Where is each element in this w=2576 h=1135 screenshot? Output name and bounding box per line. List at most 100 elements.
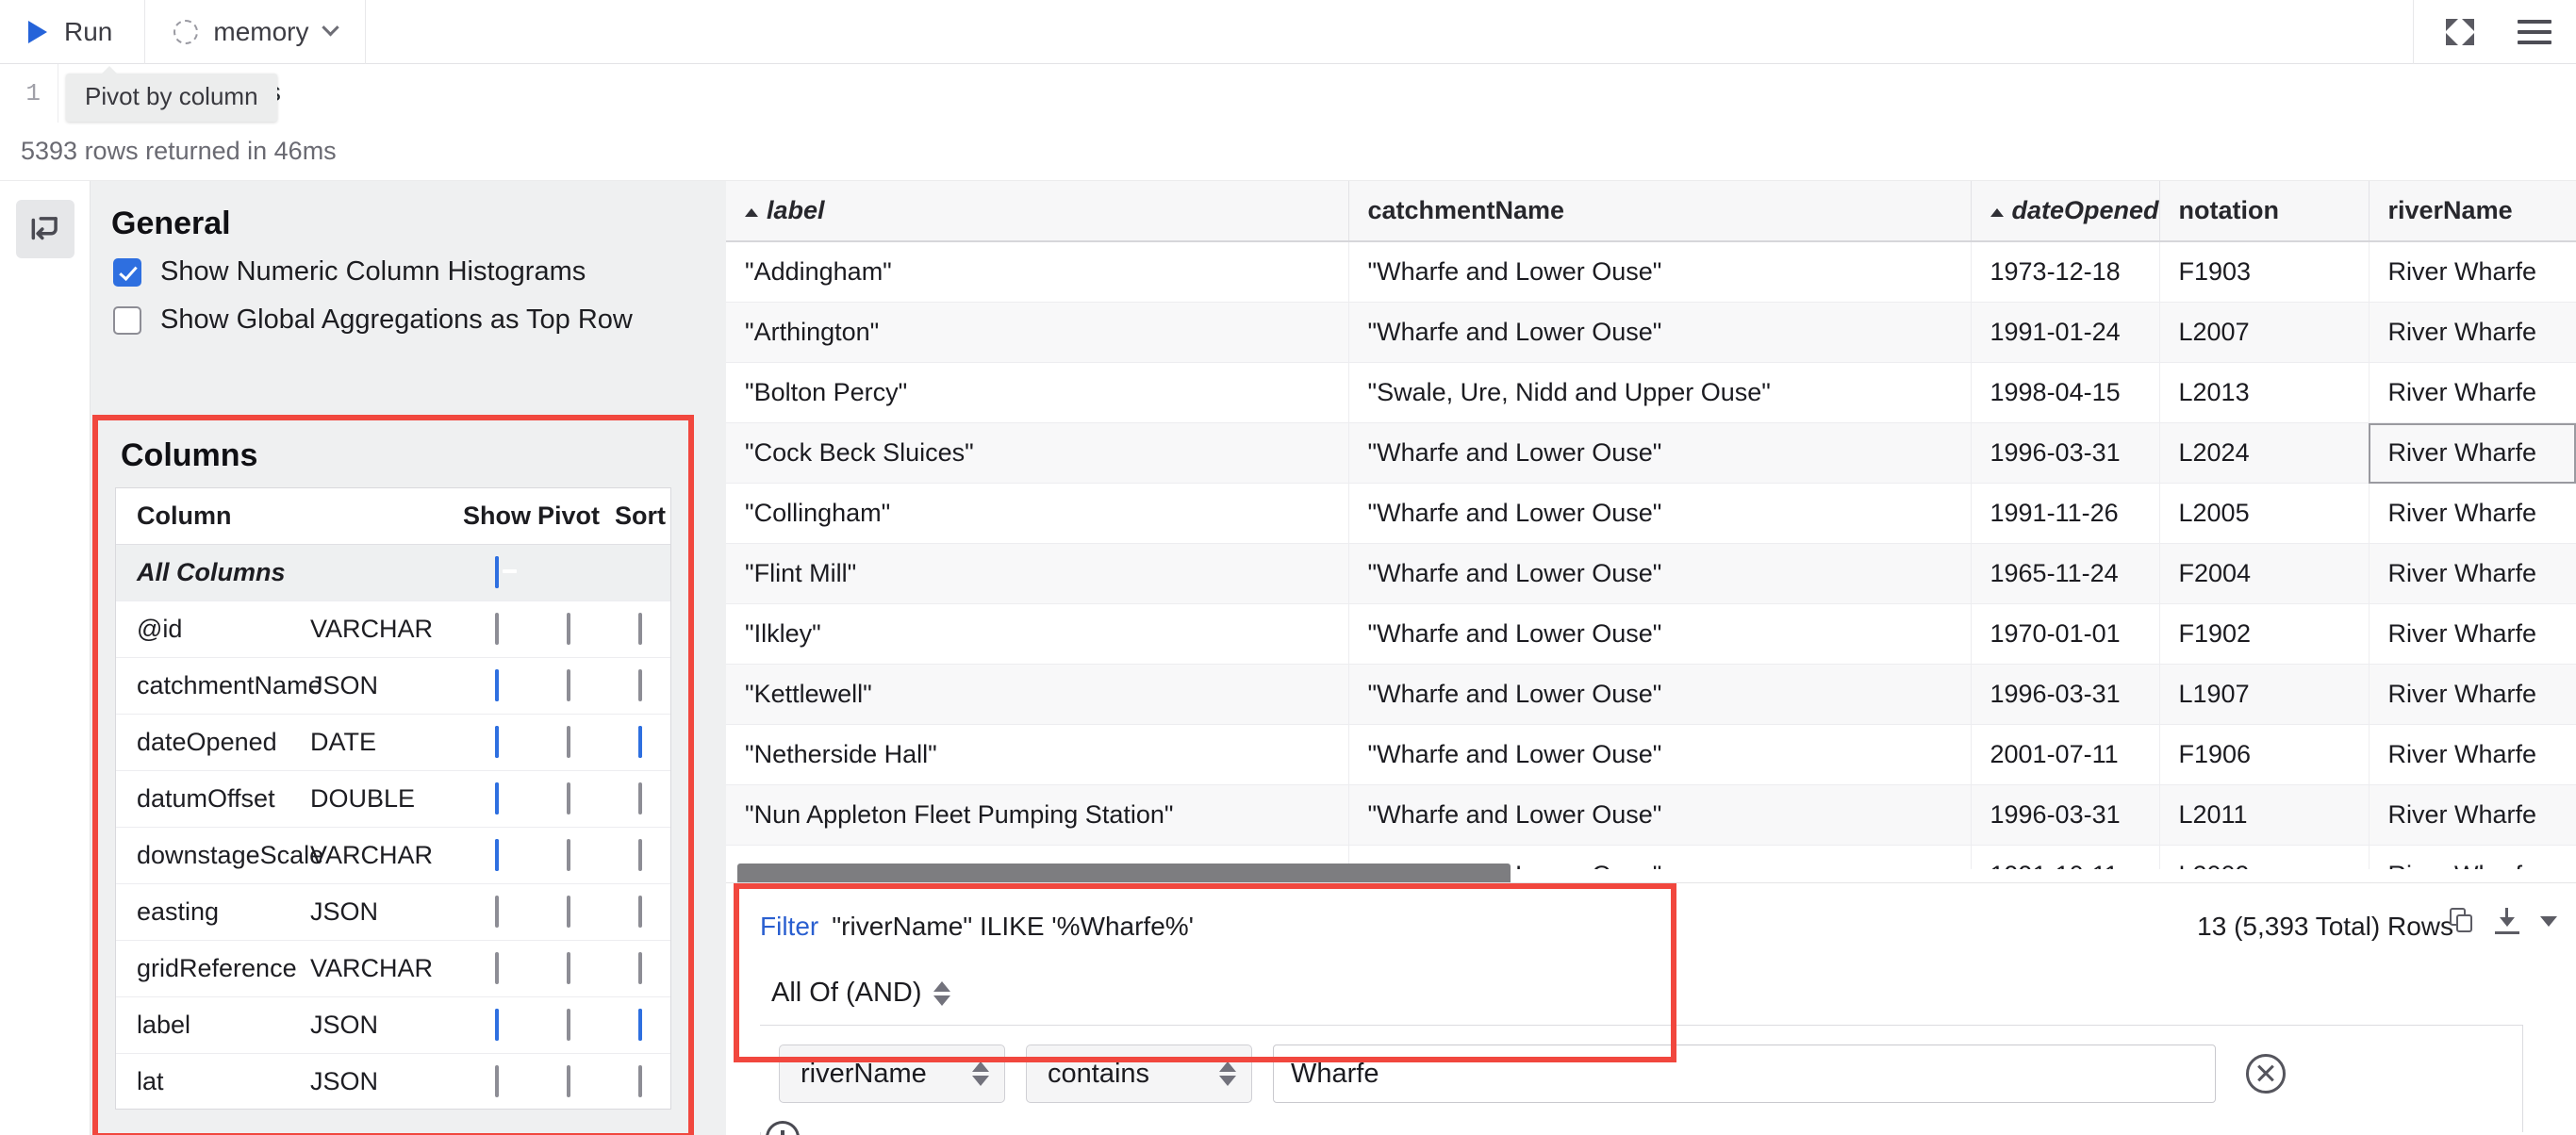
checkbox[interactable]	[567, 1009, 570, 1041]
table-cell-dateOpened[interactable]: 1970-01-01	[1971, 604, 2159, 665]
table-cell-notation[interactable]: L2024	[2159, 423, 2369, 484]
table-row[interactable]: "Addingham""Wharfe and Lower Ouse"1973-1…	[726, 241, 2576, 303]
checkbox[interactable]	[638, 839, 642, 871]
table-cell-label[interactable]: "Flint Mill"	[726, 544, 1348, 604]
checkbox[interactable]	[567, 1065, 570, 1097]
checkbox[interactable]	[567, 952, 570, 984]
columns-row-pivot-checkbox[interactable]	[533, 828, 604, 884]
columns-row-pivot-checkbox[interactable]	[533, 1054, 604, 1110]
table-cell-dateOpened[interactable]: 2001-07-11	[1971, 725, 2159, 785]
table-cell-label[interactable]: "Addingham"	[726, 241, 1348, 303]
table-cell-riverName[interactable]: River Wharfe	[2369, 423, 2576, 484]
columns-row[interactable]: catchmentNameJSON	[116, 658, 671, 715]
table-cell-dateOpened[interactable]: 1996-03-31	[1971, 785, 2159, 846]
column-header-label[interactable]: label	[726, 181, 1348, 241]
results-data-grid[interactable]: labelcatchmentNamedateOpenednotationrive…	[726, 181, 2576, 869]
table-cell-dateOpened[interactable]: 1973-12-18	[1971, 241, 2159, 303]
columns-row-show-checkbox[interactable]	[461, 545, 533, 601]
table-cell-label[interactable]: "Kettlewell"	[726, 665, 1348, 725]
columns-row-sort-checkbox[interactable]	[604, 828, 671, 884]
columns-row[interactable]: datumOffsetDOUBLE	[116, 771, 671, 828]
table-cell-riverName[interactable]: River Wharfe	[2369, 846, 2576, 870]
checkbox[interactable]	[638, 613, 642, 645]
checkbox[interactable]	[495, 556, 499, 588]
table-cell-notation[interactable]: L1907	[2159, 665, 2369, 725]
clear-circle-x-icon[interactable]	[2246, 1054, 2286, 1094]
columns-row-pivot-checkbox[interactable]	[533, 884, 604, 941]
checkbox[interactable]	[638, 726, 642, 758]
checkbox[interactable]	[638, 1065, 642, 1097]
columns-row-pivot-checkbox[interactable]	[533, 941, 604, 997]
table-cell-riverName[interactable]: River Wharfe	[2369, 484, 2576, 544]
table-cell-catchmentName[interactable]: "Wharfe and Lower Ouse"	[1348, 665, 1971, 725]
table-row[interactable]: "Nun Appleton Fleet Pumping Station""Wha…	[726, 785, 2576, 846]
column-header-notation[interactable]: notation	[2159, 181, 2369, 241]
table-cell-notation[interactable]: L2007	[2159, 303, 2369, 363]
columns-row-pivot-checkbox[interactable]	[533, 601, 604, 658]
table-cell-dateOpened[interactable]: 1965-11-24	[1971, 544, 2159, 604]
columns-row[interactable]: dateOpenedDATE	[116, 715, 671, 771]
table-cell-riverName[interactable]: River Wharfe	[2369, 604, 2576, 665]
table-row[interactable]: "Arthington""Wharfe and Lower Ouse"1991-…	[726, 303, 2576, 363]
columns-row[interactable]: downstageScaleVARCHAR	[116, 828, 671, 884]
table-cell-dateOpened[interactable]: 1991-01-24	[1971, 303, 2159, 363]
table-row[interactable]: "Netherside Hall""Wharfe and Lower Ouse"…	[726, 725, 2576, 785]
column-header-catchmentName[interactable]: catchmentName	[1348, 181, 1971, 241]
table-cell-label[interactable]: "Collingham"	[726, 484, 1348, 544]
columns-row-sort-checkbox[interactable]	[604, 941, 671, 997]
table-row[interactable]: "Kettlewell""Wharfe and Lower Ouse"1996-…	[726, 665, 2576, 725]
table-cell-riverName[interactable]: River Wharfe	[2369, 725, 2576, 785]
checkbox[interactable]	[113, 258, 141, 287]
columns-row-pivot-checkbox[interactable]	[533, 771, 604, 828]
checkbox[interactable]	[567, 782, 570, 814]
columns-row[interactable]: gridReferenceVARCHAR	[116, 941, 671, 997]
columns-row-show-checkbox[interactable]	[461, 771, 533, 828]
table-cell-catchmentName[interactable]: "Wharfe and Lower Ouse"	[1348, 423, 1971, 484]
table-cell-notation[interactable]: L2011	[2159, 785, 2369, 846]
table-cell-riverName[interactable]: River Wharfe	[2369, 785, 2576, 846]
columns-row-sort-checkbox[interactable]	[604, 1054, 671, 1110]
columns-row-pivot-checkbox[interactable]	[533, 997, 604, 1054]
columns-row-sort-checkbox[interactable]	[604, 601, 671, 658]
columns-row-sort-checkbox[interactable]	[604, 715, 671, 771]
table-cell-notation[interactable]: L2005	[2159, 484, 2369, 544]
checkbox[interactable]	[638, 669, 642, 701]
table-cell-notation[interactable]: F1902	[2159, 604, 2369, 665]
checkbox[interactable]	[495, 896, 499, 928]
columns-row[interactable]: eastingJSON	[116, 884, 671, 941]
filter-combinator-select[interactable]: All Of (AND)	[771, 978, 950, 1009]
table-cell-riverName[interactable]: River Wharfe	[2369, 544, 2576, 604]
columns-row-sort-checkbox[interactable]	[604, 997, 671, 1054]
columns-row[interactable]: latJSON	[116, 1054, 671, 1110]
checkbox[interactable]	[567, 896, 570, 928]
checkbox[interactable]	[638, 952, 642, 984]
table-cell-label[interactable]: "Ilkley"	[726, 604, 1348, 665]
table-cell-notation[interactable]: L2013	[2159, 363, 2369, 423]
table-row[interactable]: "Bolton Percy""Swale, Ure, Nidd and Uppe…	[726, 363, 2576, 423]
download-icon[interactable]	[2495, 908, 2519, 934]
columns-row-sort-checkbox[interactable]	[604, 658, 671, 715]
table-cell-label[interactable]: "Arthington"	[726, 303, 1348, 363]
columns-row-show-checkbox[interactable]	[461, 715, 533, 771]
columns-row-show-checkbox[interactable]	[461, 941, 533, 997]
checkbox[interactable]	[495, 1009, 499, 1041]
columns-row-show-checkbox[interactable]	[461, 658, 533, 715]
checkbox[interactable]	[638, 1009, 642, 1041]
columns-row-show-checkbox[interactable]	[461, 601, 533, 658]
table-row[interactable]: "Collingham""Wharfe and Lower Ouse"1991-…	[726, 484, 2576, 544]
table-cell-dateOpened[interactable]: 1998-04-15	[1971, 363, 2159, 423]
option-show-numeric-histograms[interactable]: Show Numeric Column Histograms	[91, 248, 726, 296]
table-row[interactable]: "Cock Beck Sluices""Wharfe and Lower Ous…	[726, 423, 2576, 484]
columns-table-container[interactable]: Column Show Pivot Sort All Columns@idVAR…	[115, 487, 671, 1110]
columns-row-all[interactable]: All Columns	[116, 545, 671, 601]
hamburger-menu-icon[interactable]	[2518, 20, 2551, 44]
columns-row[interactable]: @idVARCHAR	[116, 601, 671, 658]
columns-row-show-checkbox[interactable]	[461, 997, 533, 1054]
checkbox[interactable]	[495, 952, 499, 984]
checkbox[interactable]	[495, 1065, 499, 1097]
columns-row-show-checkbox[interactable]	[461, 1054, 533, 1110]
checkbox[interactable]	[567, 669, 570, 701]
columns-row-show-checkbox[interactable]	[461, 884, 533, 941]
table-cell-catchmentName[interactable]: "Wharfe and Lower Ouse"	[1348, 604, 1971, 665]
sql-editor[interactable]: 1 rom stations	[0, 64, 2576, 123]
